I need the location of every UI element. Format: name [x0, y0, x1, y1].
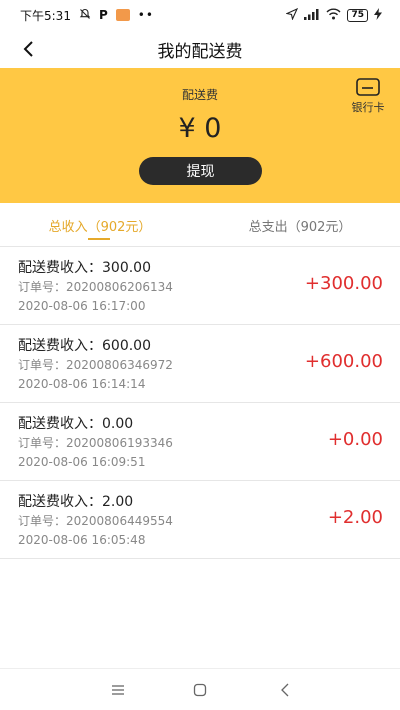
record-time: 2020-08-06 16:17:00	[18, 299, 146, 313]
record-title: 配送费收入：2.00	[18, 494, 134, 510]
location-icon	[285, 7, 299, 23]
list-item[interactable]: 配送费收入：300.00 订单号：20200806206134 2020-08-…	[0, 247, 400, 325]
record-time: 2020-08-06 16:14:14	[18, 377, 146, 391]
bank-card-button[interactable]: 银行卡	[346, 78, 390, 115]
status-bar: 下午5:31 P •• 75	[0, 0, 400, 30]
wifi-icon	[326, 8, 341, 23]
list-item[interactable]: 配送费收入：2.00 订单号：20200806449554 2020-08-06…	[0, 481, 400, 559]
list-item[interactable]: 配送费收入：0.00 订单号：20200806193346 2020-08-06…	[0, 403, 400, 481]
home-icon	[193, 683, 207, 697]
parking-icon: P	[98, 8, 108, 22]
record-time: 2020-08-06 16:05:48	[18, 533, 146, 547]
system-navigation-bar	[0, 668, 400, 710]
list-item[interactable]: 配送费收入：600.00 订单号：20200806346972 2020-08-…	[0, 325, 400, 403]
record-title: 配送费收入：0.00	[18, 416, 134, 432]
system-back-button[interactable]	[274, 679, 296, 701]
record-amount: +0.00	[327, 429, 383, 450]
battery-icon: 75	[347, 8, 368, 22]
summary-amount: ¥ 0	[178, 113, 222, 144]
withdraw-button[interactable]: 提现	[139, 157, 262, 185]
record-order-number: 订单号：20200806449554	[18, 514, 173, 528]
record-order-number: 订单号：20200806346972	[18, 358, 173, 372]
record-order-number: 订单号：20200806206134	[18, 280, 173, 294]
delivery-fee-summary: 配送费 ¥ 0 提现 银行卡	[0, 68, 400, 203]
tab-total-income[interactable]: 总收入（902元）	[0, 203, 200, 247]
record-title: 配送费收入：300.00	[18, 260, 151, 276]
mute-icon	[79, 8, 91, 23]
home-button[interactable]	[189, 679, 211, 701]
record-amount: +300.00	[304, 273, 383, 294]
tab-total-expense[interactable]: 总支出（902元）	[200, 203, 400, 247]
active-tab-indicator	[88, 238, 110, 240]
page-title: 我的配送费	[157, 41, 243, 62]
app-notification-icon	[115, 9, 130, 21]
menu-icon	[112, 685, 124, 695]
record-title: 配送费收入：600.00	[18, 338, 151, 354]
bank-card-label: 银行卡	[351, 101, 385, 114]
charging-icon	[374, 7, 382, 23]
record-time: 2020-08-06 16:09:51	[18, 455, 146, 469]
record-amount: +600.00	[304, 351, 383, 372]
chevron-left-icon	[23, 41, 33, 57]
summary-label: 配送费	[181, 88, 218, 102]
navigation-bar: 我的配送费	[0, 30, 400, 68]
record-amount: +2.00	[327, 507, 383, 528]
bank-card-icon	[356, 78, 380, 96]
status-time: 下午5:31	[20, 8, 71, 23]
more-notifications-icon: ••	[137, 8, 154, 22]
back-triangle-icon	[281, 683, 289, 697]
income-record-list: 配送费收入：300.00 订单号：20200806206134 2020-08-…	[0, 247, 400, 559]
back-button[interactable]	[16, 36, 40, 62]
tab-bar: 总收入（902元） 总支出（902元）	[0, 203, 400, 247]
signal-icon	[304, 8, 320, 23]
menu-button[interactable]	[107, 679, 129, 701]
record-order-number: 订单号：20200806193346	[18, 436, 173, 450]
